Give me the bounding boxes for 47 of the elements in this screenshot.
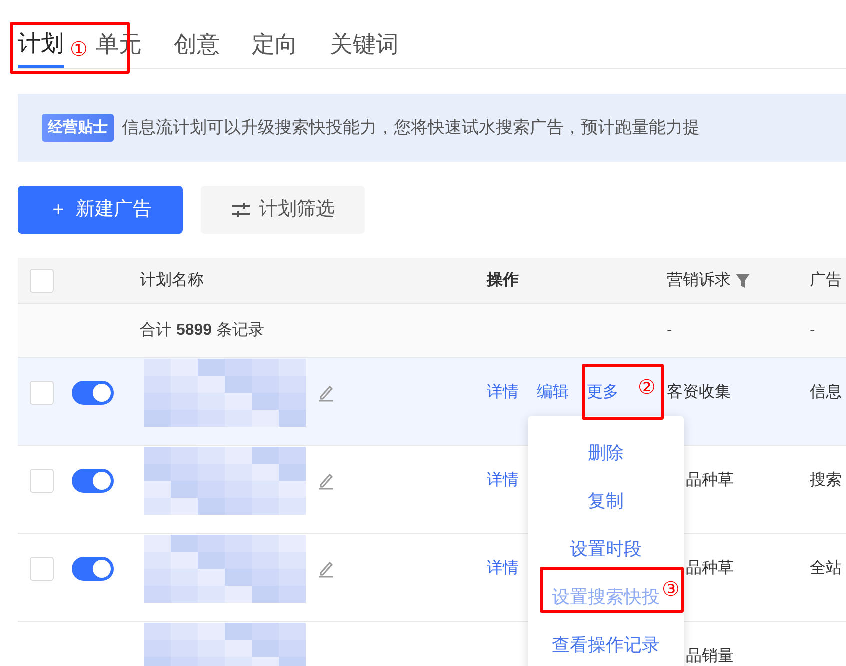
- toggle-switch[interactable]: [72, 469, 114, 493]
- pencil-icon[interactable]: [318, 472, 334, 490]
- column-header: 计划名称: [140, 270, 204, 290]
- tip-text: 信息流计划可以升级搜索快投能力，您将快速试水搜索广告，预计跑量能力提: [122, 117, 700, 140]
- annotation-number: ③: [662, 580, 680, 600]
- table-cell-text: 信息: [810, 383, 842, 403]
- pencil-icon[interactable]: [318, 384, 334, 402]
- table-cell: -: [810, 322, 816, 338]
- tab[interactable]: 创意: [174, 20, 220, 68]
- sliders-icon: [231, 202, 251, 218]
- new-ad-button[interactable]: ＋ 新建广告: [18, 186, 183, 234]
- column-header: 广告: [810, 272, 842, 288]
- menu-item[interactable]: 设置时段: [570, 525, 642, 573]
- toggle-switch[interactable]: [72, 381, 114, 405]
- action-link[interactable]: 详情: [487, 469, 519, 493]
- action-link[interactable]: 更多: [587, 381, 619, 405]
- column-header: 操作: [487, 270, 519, 290]
- row-checkbox[interactable]: [30, 381, 54, 405]
- table-cell-text: 客资收集: [667, 382, 731, 403]
- tip-badge: 经营贴士: [42, 114, 114, 142]
- action-link[interactable]: 详情: [487, 557, 519, 581]
- pencil-icon[interactable]: [318, 560, 334, 578]
- row-checkbox[interactable]: [30, 557, 54, 581]
- action-link[interactable]: 详情: [487, 381, 519, 405]
- table-cell-text: 品销量: [686, 647, 734, 666]
- action-link[interactable]: 编辑: [537, 381, 569, 405]
- filter-icon[interactable]: [735, 272, 751, 288]
- row-checkbox[interactable]: [30, 469, 54, 493]
- tab[interactable]: 定向: [252, 20, 298, 68]
- column-header: 营销诉求: [667, 270, 731, 290]
- tab[interactable]: 计划: [18, 20, 64, 68]
- total-records: 合计 5899 条记录: [140, 320, 264, 340]
- table-cell-text: 品种草: [686, 558, 734, 579]
- annotation-number: ①: [70, 40, 88, 60]
- menu-item[interactable]: 复制: [588, 477, 624, 525]
- toggle-switch[interactable]: [72, 557, 114, 581]
- header-checkbox[interactable]: [30, 268, 54, 292]
- filter-button[interactable]: 计划筛选: [201, 186, 365, 234]
- table-cell: -: [667, 322, 672, 338]
- annotation-number: ②: [638, 378, 656, 398]
- tab[interactable]: 关键词: [330, 20, 399, 68]
- table-cell-text: 全站: [810, 558, 842, 579]
- table-cell-text: 搜索: [810, 470, 842, 491]
- table-cell-text: 品种草: [686, 470, 734, 491]
- menu-item[interactable]: 查看操作记录: [552, 621, 660, 666]
- menu-item[interactable]: 删除: [588, 429, 624, 477]
- menu-item[interactable]: 设置搜索快投: [552, 573, 660, 621]
